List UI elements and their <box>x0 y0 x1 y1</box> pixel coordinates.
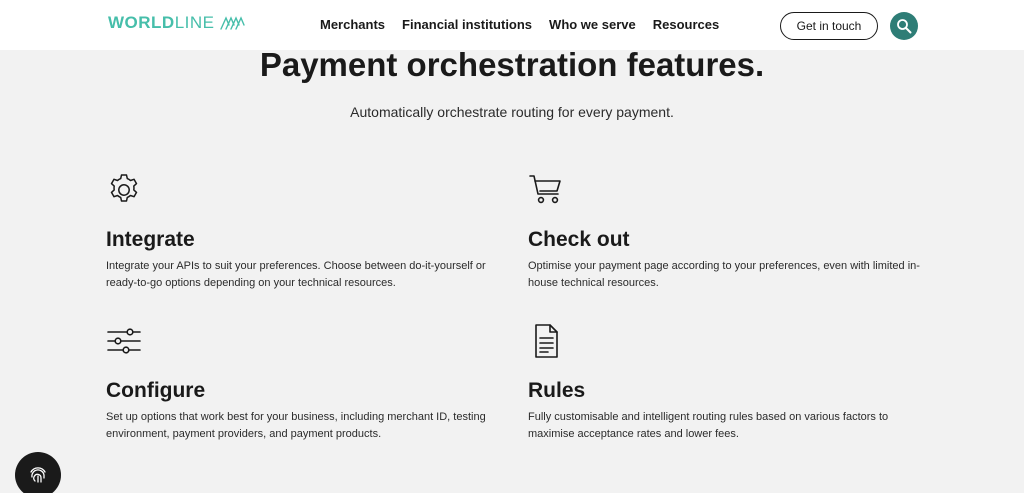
logo-text: WORLDLINE <box>108 13 215 32</box>
feature-check-out: Check out Optimise your payment page acc… <box>528 172 928 292</box>
nav-merchants[interactable]: Merchants <box>320 17 385 32</box>
cart-icon <box>529 175 561 204</box>
feature-description: Set up options that work best for your b… <box>106 411 486 440</box>
nav-resources[interactable]: Resources <box>653 17 719 32</box>
main-nav: Merchants Financial institutions Who we … <box>320 17 719 32</box>
sliders-icon <box>107 328 141 354</box>
search-button[interactable] <box>890 12 918 40</box>
worldline-waves-icon <box>219 16 245 30</box>
page-subtitle: Automatically orchestrate routing for ev… <box>350 104 674 120</box>
fingerprint-button[interactable] <box>15 452 61 493</box>
feature-title: Rules <box>528 379 586 402</box>
feature-title: Check out <box>528 228 630 251</box>
page-title: Payment orchestration features. <box>259 46 765 83</box>
nav-financial-institutions[interactable]: Financial institutions <box>402 17 532 32</box>
feature-integrate: Integrate Integrate your APIs to suit yo… <box>106 172 506 292</box>
feature-description: Fully customisable and intelligent routi… <box>528 411 889 440</box>
site-header: WORLDLINE Merchants Financial institutio… <box>0 0 1024 50</box>
feature-description: Integrate your APIs to suit your prefere… <box>106 260 486 289</box>
worldline-logo[interactable]: WORLDLINE <box>108 13 245 33</box>
gear-icon <box>110 174 138 202</box>
feature-rules: Rules Fully customisable and intelligent… <box>528 323 928 443</box>
feature-description: Optimise your payment page according to … <box>528 260 920 289</box>
feature-configure: Configure Set up options that work best … <box>106 323 506 443</box>
feature-title: Configure <box>106 379 206 402</box>
fingerprint-icon <box>30 467 46 483</box>
nav-who-we-serve[interactable]: Who we serve <box>549 17 636 32</box>
feature-title: Integrate <box>106 228 195 251</box>
document-icon <box>535 324 558 358</box>
search-icon <box>897 19 912 34</box>
get-in-touch-button[interactable]: Get in touch <box>780 12 878 40</box>
